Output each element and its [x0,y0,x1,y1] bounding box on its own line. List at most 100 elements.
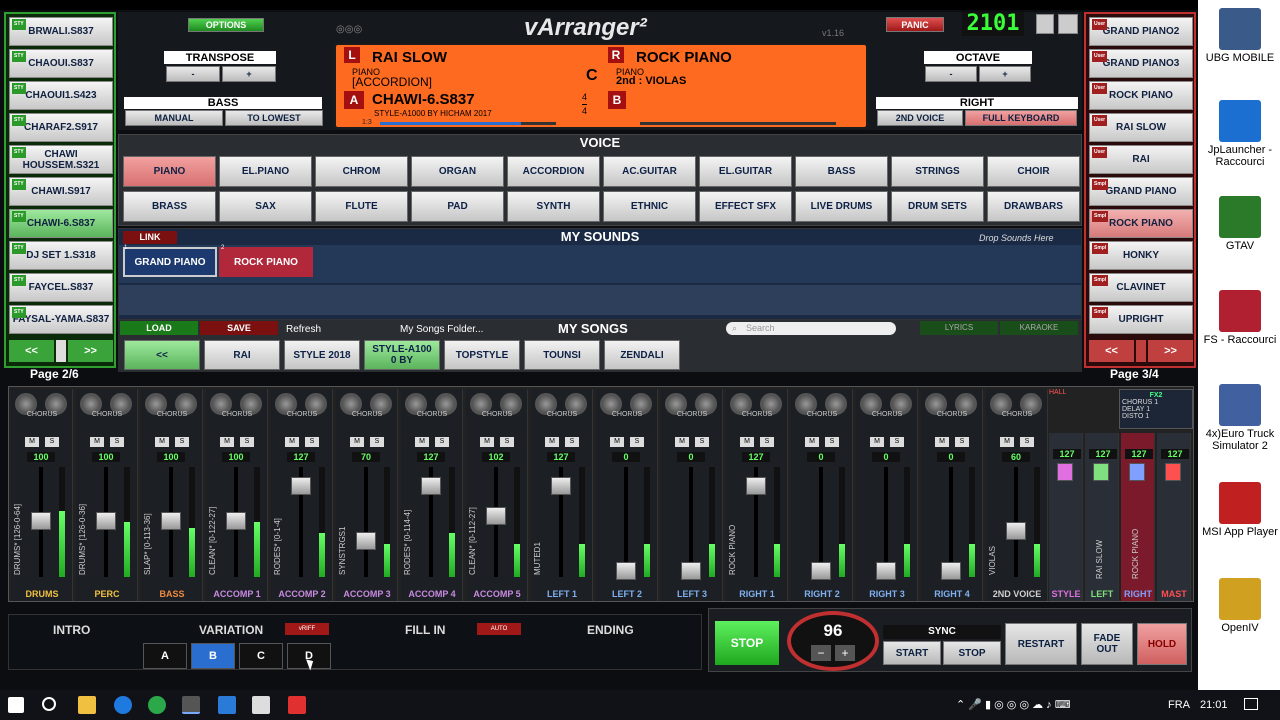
volume-fader[interactable] [226,512,246,530]
song-button[interactable]: STYLE 2018 [284,340,360,370]
master-fader[interactable] [1165,463,1181,481]
master-fader[interactable] [1129,463,1145,481]
bass-manual-button[interactable]: MANUAL [125,110,223,126]
channel-name[interactable]: LEFT 3 [661,589,723,601]
style-item[interactable]: STY CHAWI-6.S837 [9,209,113,238]
volume-fader[interactable] [356,532,376,550]
red-app-task-icon[interactable] [288,696,306,714]
volume-fader[interactable] [161,512,181,530]
sync-start-button[interactable]: START [883,641,941,665]
octave-minus-button[interactable]: - [925,66,977,82]
style-item[interactable]: STY CHAWI HOUSSEM.S321 [9,145,113,174]
language-indicator[interactable]: FRA [1168,699,1190,711]
master-channel-name[interactable]: LEFT [1085,589,1119,601]
voice-category-button[interactable]: DRUM SETS [891,191,984,222]
voice-category-button[interactable]: ORGAN [411,156,504,187]
transpose-minus-button[interactable]: - [166,66,220,82]
sound-item[interactable]: User GRAND PIANO2 [1089,17,1193,46]
solo-button[interactable]: S [305,437,319,447]
volume-fader[interactable] [96,512,116,530]
full-keyboard-button[interactable]: FULL KEYBOARD [965,110,1077,126]
stop-button[interactable]: STOP [715,621,779,665]
solo-button[interactable]: S [175,437,189,447]
desktop-shortcut[interactable]: GTAV [1200,196,1280,252]
sound-prev-button[interactable]: << [1089,340,1134,362]
style-item[interactable]: STY FAYSAL-YAMA.S837 [9,305,113,334]
style-prev-button[interactable]: << [9,340,54,362]
song-button[interactable]: TOUNSI [524,340,600,370]
channel-name[interactable]: LEFT 1 [531,589,593,601]
voice-category-button[interactable]: CHOIR [987,156,1080,187]
solo-button[interactable]: S [370,437,384,447]
mute-button[interactable]: M [90,437,104,447]
master-channel-name[interactable]: STYLE [1049,589,1083,601]
voice-category-button[interactable]: SYNTH [507,191,600,222]
variation-b-button[interactable]: B [191,643,235,669]
tempo-plus-button[interactable]: + [835,645,855,661]
taskbar-clock[interactable]: 21:01 [1200,699,1228,711]
file-explorer-icon[interactable] [78,696,96,714]
style-item[interactable]: STY CHARAF2.S917 [9,113,113,142]
current-style-name[interactable]: CHAWI-6.S837 [372,91,475,108]
style-item[interactable]: STY BRWALI.S837 [9,17,113,46]
mute-button[interactable]: M [545,437,559,447]
style-item[interactable]: STY CHAOUI.S837 [9,49,113,78]
auto-fill-button[interactable]: AUTO [477,623,521,635]
desktop-shortcut[interactable]: FS - Raccourci [1200,290,1280,346]
sound-next-button[interactable]: >> [1148,340,1193,362]
channel-name[interactable]: 2ND VOICE [986,589,1048,601]
mute-button[interactable]: M [155,437,169,447]
channel-name[interactable]: ACCOMP 4 [401,589,463,601]
channel-name[interactable]: RIGHT 2 [791,589,853,601]
channel-name[interactable]: RIGHT 1 [726,589,788,601]
vriff-button[interactable]: vRIFF [285,623,329,635]
voice-category-button[interactable]: EFFECT SFX [699,191,792,222]
panic-button[interactable]: PANIC [886,17,944,32]
voice-category-button[interactable]: BASS [795,156,888,187]
channel-name[interactable]: BASS [141,589,203,601]
octave-plus-button[interactable]: + [979,66,1031,82]
style-scroll-thumb[interactable] [56,340,66,362]
solo-button[interactable]: S [1020,437,1034,447]
channel-name[interactable]: RIGHT 4 [921,589,983,601]
master-fader[interactable] [1057,463,1073,481]
mute-button[interactable]: M [415,437,429,447]
sound-item[interactable]: Smpl HONKY [1089,241,1193,270]
solo-button[interactable]: S [565,437,579,447]
solo-button[interactable]: S [45,437,59,447]
channel-name[interactable]: LEFT 2 [596,589,658,601]
fade-out-button[interactable]: FADE OUT [1081,623,1133,665]
refresh-link[interactable]: Refresh [286,324,321,335]
link-button[interactable]: LINK [123,231,177,244]
song-button[interactable]: TOPSTYLE [444,340,520,370]
solo-button[interactable]: S [760,437,774,447]
sync-stop-button[interactable]: STOP [943,641,1001,665]
solo-button[interactable]: S [955,437,969,447]
desktop-shortcut[interactable]: UBG MOBILE [1200,8,1280,64]
windows-start-icon[interactable] [8,697,24,713]
variation-a-button[interactable]: A [143,643,187,669]
restart-button[interactable]: RESTART [1005,623,1077,665]
volume-fader[interactable] [31,512,51,530]
solo-button[interactable]: S [500,437,514,447]
solo-button[interactable]: S [825,437,839,447]
voice-category-button[interactable]: EL.PIANO [219,156,312,187]
left-voice-name[interactable]: RAI SLOW [372,49,447,66]
channel-name[interactable]: ACCOMP 1 [206,589,268,601]
volume-fader[interactable] [421,477,441,495]
solo-button[interactable]: S [890,437,904,447]
voice-category-button[interactable]: LIVE DRUMS [795,191,888,222]
songs-folder-link[interactable]: My Songs Folder... [400,324,483,335]
solo-button[interactable]: S [110,437,124,447]
mute-button[interactable]: M [740,437,754,447]
sound-item[interactable]: User RAI [1089,145,1193,174]
intro-label[interactable]: INTRO [53,623,90,637]
mute-button[interactable]: M [285,437,299,447]
volume-fader[interactable] [551,477,571,495]
second-voice-button[interactable]: 2ND VOICE [877,110,963,126]
voice-category-button[interactable]: ACCORDION [507,156,600,187]
sound-item[interactable]: User ROCK PIANO [1089,81,1193,110]
mute-button[interactable]: M [935,437,949,447]
lyrics-button[interactable]: LYRICS [920,321,998,335]
sound-item[interactable]: User GRAND PIANO3 [1089,49,1193,78]
